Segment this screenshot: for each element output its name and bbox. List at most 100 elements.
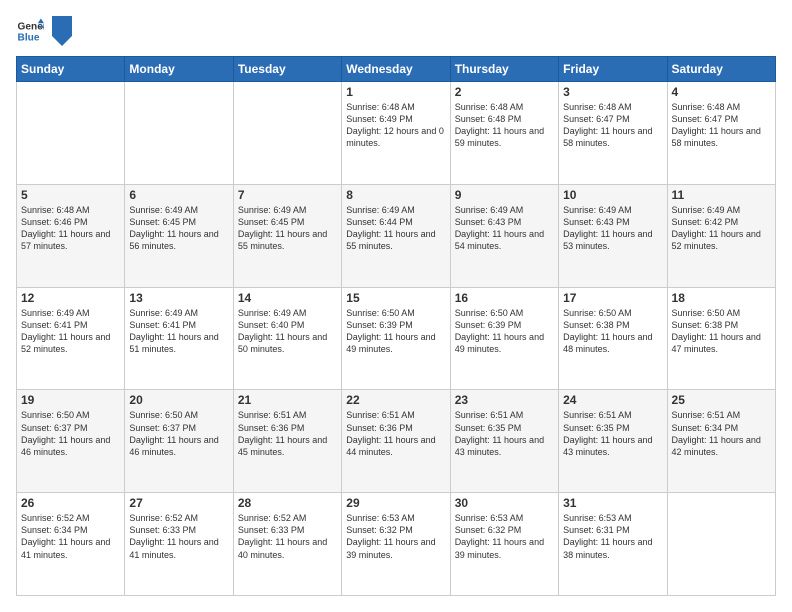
page: General Blue SundayMondayTuesdayWednesda… (0, 0, 792, 612)
cell-info: Sunrise: 6:49 AMSunset: 6:41 PMDaylight:… (21, 307, 120, 356)
calendar-cell: 8 Sunrise: 6:49 AMSunset: 6:44 PMDaylight… (342, 184, 450, 287)
calendar-cell: 20Sunrise: 6:50 AMSunset: 6:37 PMDayligh… (125, 390, 233, 493)
day-number: 2 (455, 85, 554, 99)
cell-info: Sunrise: 6:48 AMSunset: 6:47 PMDaylight:… (563, 101, 662, 150)
calendar-cell: 6 Sunrise: 6:49 AMSunset: 6:45 PMDaylight… (125, 184, 233, 287)
day-number: 18 (672, 291, 771, 305)
day-number: 9 (455, 188, 554, 202)
cell-info: Sunrise: 6:52 AMSunset: 6:33 PMDaylight:… (238, 512, 337, 561)
cell-info: Sunrise: 6:48 AMSunset: 6:49 PMDaylight:… (346, 101, 445, 150)
calendar-cell: 19 Sunrise: 6:50 AMSunset: 6:37 PMDayligh… (17, 390, 125, 493)
day-of-week-header: Thursday (450, 57, 558, 82)
cell-info: Sunrise: 6:51 AMSunset: 6:35 PMDaylight:… (455, 409, 554, 458)
logo-arrow-icon (52, 16, 72, 46)
calendar-cell: 18 Sunrise: 6:50 AMSunset: 6:38 PMDayligh… (667, 287, 775, 390)
cell-info: Sunrise: 6:48 AMSunset: 6:48 PMDaylight:… (455, 101, 554, 150)
cell-info: Sunrise: 6:49 AMSunset: 6:43 PMDaylight:… (563, 204, 662, 253)
day-number: 29 (346, 496, 445, 510)
calendar-cell: 31 Sunrise: 6:53 AMSunset: 6:31 PMDayligh… (559, 493, 667, 596)
day-number: 6 (129, 188, 228, 202)
calendar-cell: 13 Sunrise: 6:49 AMSunset: 6:41 PMDayligh… (125, 287, 233, 390)
cell-info: Sunrise: 6:51 AMSunset: 6:36 PMDaylight:… (346, 409, 445, 458)
day-number: 21 (238, 393, 337, 407)
day-of-week-header: Saturday (667, 57, 775, 82)
day-of-week-header: Tuesday (233, 57, 341, 82)
day-number: 8 (346, 188, 445, 202)
day-number: 28 (238, 496, 337, 510)
day-number: 16 (455, 291, 554, 305)
day-number: 12 (21, 291, 120, 305)
cell-info: Sunrise: 6:53 AMSunset: 6:32 PMDaylight:… (346, 512, 445, 561)
day-number: 11 (672, 188, 771, 202)
day-number: 1 (346, 85, 445, 99)
day-of-week-header: Wednesday (342, 57, 450, 82)
day-number: 25 (672, 393, 771, 407)
cell-info: Sunrise: 6:50 AMSunset: 6:38 PMDaylight:… (563, 307, 662, 356)
day-number: 14 (238, 291, 337, 305)
calendar-cell: 28 Sunrise: 6:52 AMSunset: 6:33 PMDayligh… (233, 493, 341, 596)
cell-info: Sunrise: 6:48 AMSunset: 6:46 PMDaylight:… (21, 204, 120, 253)
calendar-cell: 3 Sunrise: 6:48 AMSunset: 6:47 PMDaylight… (559, 82, 667, 185)
calendar-cell (17, 82, 125, 185)
cell-info: Sunrise: 6:51 AMSunset: 6:34 PMDaylight:… (672, 409, 771, 458)
logo-icon: General Blue (16, 17, 44, 45)
calendar-cell: 25 Sunrise: 6:51 AMSunset: 6:34 PMDayligh… (667, 390, 775, 493)
cell-info: Sunrise: 6:48 AMSunset: 6:47 PMDaylight:… (672, 101, 771, 150)
logo: General Blue (16, 16, 72, 46)
day-of-week-header: Friday (559, 57, 667, 82)
cell-info: Sunrise: 6:50 AMSunset: 6:39 PMDaylight:… (346, 307, 445, 356)
day-number: 3 (563, 85, 662, 99)
cell-info: Sunrise: 6:52 AMSunset: 6:33 PMDaylight:… (129, 512, 228, 561)
day-number: 20 (129, 393, 228, 407)
day-number: 26 (21, 496, 120, 510)
cell-info: Sunrise: 6:49 AMSunset: 6:45 PMDaylight:… (129, 204, 228, 253)
day-number: 17 (563, 291, 662, 305)
day-number: 19 (21, 393, 120, 407)
calendar-cell: 29 Sunrise: 6:53 AMSunset: 6:32 PMDayligh… (342, 493, 450, 596)
calendar-cell: 30 Sunrise: 6:53 AMSunset: 6:32 PMDayligh… (450, 493, 558, 596)
header: General Blue (16, 16, 776, 46)
calendar-cell: 26 Sunrise: 6:52 AMSunset: 6:34 PMDayligh… (17, 493, 125, 596)
cell-info: Sunrise: 6:51 AMSunset: 6:36 PMDaylight:… (238, 409, 337, 458)
day-number: 30 (455, 496, 554, 510)
calendar-cell: 2 Sunrise: 6:48 AMSunset: 6:48 PMDaylight… (450, 82, 558, 185)
cell-info: Sunrise: 6:49 AMSunset: 6:42 PMDaylight:… (672, 204, 771, 253)
cell-info: Sunrise: 6:53 AMSunset: 6:31 PMDaylight:… (563, 512, 662, 561)
day-number: 31 (563, 496, 662, 510)
day-number: 7 (238, 188, 337, 202)
day-number: 4 (672, 85, 771, 99)
day-number: 23 (455, 393, 554, 407)
calendar-cell: 27 Sunrise: 6:52 AMSunset: 6:33 PMDayligh… (125, 493, 233, 596)
cell-info: Sunrise: 6:50 AMSunset: 6:38 PMDaylight:… (672, 307, 771, 356)
day-number: 13 (129, 291, 228, 305)
calendar-cell: 14Sunrise: 6:49 AMSunset: 6:40 PMDayligh… (233, 287, 341, 390)
calendar-cell: 5 Sunrise: 6:48 AMSunset: 6:46 PMDaylight… (17, 184, 125, 287)
cell-info: Sunrise: 6:49 AMSunset: 6:43 PMDaylight:… (455, 204, 554, 253)
calendar-table: SundayMondayTuesdayWednesdayThursdayFrid… (16, 56, 776, 596)
day-number: 5 (21, 188, 120, 202)
day-number: 15 (346, 291, 445, 305)
calendar-cell: 22 Sunrise: 6:51 AMSunset: 6:36 PMDayligh… (342, 390, 450, 493)
cell-info: Sunrise: 6:53 AMSunset: 6:32 PMDaylight:… (455, 512, 554, 561)
cell-info: Sunrise: 6:51 AMSunset: 6:35 PMDaylight:… (563, 409, 662, 458)
day-number: 27 (129, 496, 228, 510)
calendar-cell: 16Sunrise: 6:50 AMSunset: 6:39 PMDayligh… (450, 287, 558, 390)
cell-info: Sunrise: 6:49 AMSunset: 6:44 PMDaylight:… (346, 204, 445, 253)
cell-info: Sunrise: 6:49 AMSunset: 6:45 PMDaylight:… (238, 204, 337, 253)
cell-info: Sunrise: 6:49 AMSunset: 6:41 PMDaylight:… (129, 307, 228, 356)
calendar-cell: 1 Sunrise: 6:48 AMSunset: 6:49 PMDaylight… (342, 82, 450, 185)
cell-info: Sunrise: 6:50 AMSunset: 6:37 PMDaylight:… (21, 409, 120, 458)
calendar-cell: 24 Sunrise: 6:51 AMSunset: 6:35 PMDayligh… (559, 390, 667, 493)
svg-text:Blue: Blue (18, 32, 40, 43)
calendar-cell: 4 Sunrise: 6:48 AMSunset: 6:47 PMDaylight… (667, 82, 775, 185)
day-number: 10 (563, 188, 662, 202)
calendar-cell: 10 Sunrise: 6:49 AMSunset: 6:43 PMDayligh… (559, 184, 667, 287)
day-number: 22 (346, 393, 445, 407)
day-of-week-header: Sunday (17, 57, 125, 82)
day-of-week-header: Monday (125, 57, 233, 82)
cell-info: Sunrise: 6:52 AMSunset: 6:34 PMDaylight:… (21, 512, 120, 561)
calendar-cell (667, 493, 775, 596)
calendar-cell (125, 82, 233, 185)
day-number: 24 (563, 393, 662, 407)
calendar-cell: 12 Sunrise: 6:49 AMSunset: 6:41 PMDayligh… (17, 287, 125, 390)
